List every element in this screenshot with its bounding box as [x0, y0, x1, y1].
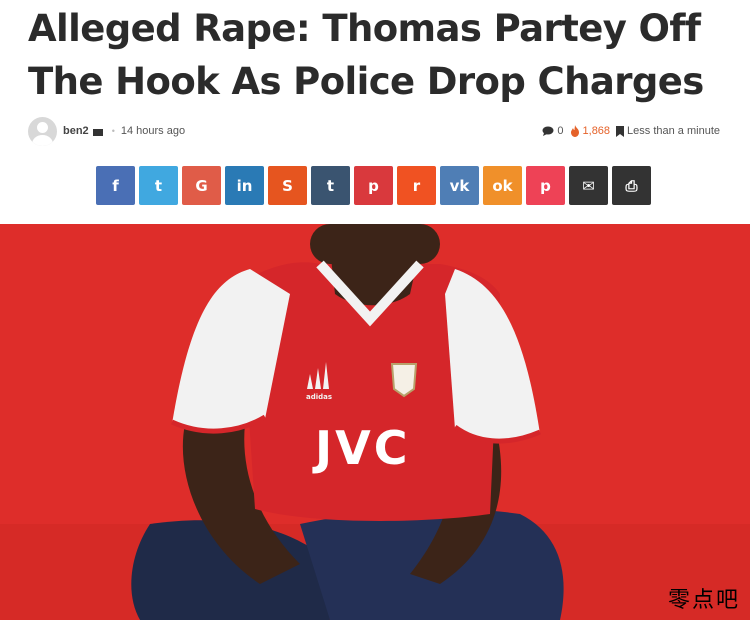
print-share-button[interactable]: ⎙ — [612, 166, 651, 205]
player-photo: adidas JVC — [0, 224, 750, 620]
share-buttons: f t Gin St p r vk ok p ✉ ⎙ — [96, 166, 651, 205]
vk-icon: vk — [449, 176, 470, 195]
views-number: 1,868 — [582, 125, 611, 137]
pinterest-share-button[interactable]: p — [354, 166, 393, 205]
vk-share-button[interactable]: vk — [440, 166, 479, 205]
google-share-button[interactable]: G — [182, 166, 221, 205]
email-share-button[interactable]: ✉ — [569, 166, 608, 205]
envelope-icon[interactable] — [92, 128, 103, 136]
stumbleupon-icon: S — [282, 176, 293, 195]
linkedin-share-button[interactable]: in — [225, 166, 264, 205]
author-name[interactable]: ben2 — [63, 125, 89, 137]
pocket-icon: p — [540, 176, 551, 195]
odnoklassniki-share-button[interactable]: ok — [483, 166, 522, 205]
post-time: 14 hours ago — [120, 125, 186, 137]
bookmark-icon — [616, 125, 625, 137]
comments-number: 0 — [557, 125, 564, 137]
separator-dot: • — [111, 126, 115, 136]
twitter-icon: t — [154, 176, 163, 195]
tumblr-icon: t — [326, 176, 335, 195]
read-time-text: Less than a minute — [627, 125, 720, 137]
twitter-share-button[interactable]: t — [139, 166, 178, 205]
reddit-icon: r — [412, 176, 421, 195]
facebook-share-button[interactable]: f — [96, 166, 135, 205]
shirt-sponsor: JVC — [312, 421, 410, 475]
hero-image: adidas JVC 零点吧 — [0, 224, 750, 620]
article-meta: ben2 • 14 hours ago 0 1,868 Less than a … — [28, 116, 720, 146]
comments-count[interactable]: 0 — [542, 125, 564, 137]
google-icon: G — [195, 176, 208, 195]
brand-text: adidas — [306, 393, 332, 401]
post-stats: 0 1,868 Less than a minute — [542, 125, 720, 137]
print-icon: ⎙ — [625, 176, 638, 195]
pinterest-icon: p — [368, 176, 379, 195]
pocket-share-button[interactable]: p — [526, 166, 565, 205]
comment-icon — [542, 126, 554, 136]
watermark: 零点吧 — [667, 588, 740, 613]
views-count: 1,868 — [570, 125, 611, 137]
stumbleupon-share-button[interactable]: S — [268, 166, 307, 205]
odnoklassniki-icon: ok — [492, 176, 513, 195]
email-icon: ✉ — [582, 176, 595, 195]
facebook-icon: f — [112, 176, 119, 195]
author-avatar[interactable] — [28, 116, 57, 146]
article-title: Alleged Rape: Thomas Partey Off The Hook… — [28, 7, 704, 103]
reddit-share-button[interactable]: r — [397, 166, 436, 205]
tumblr-share-button[interactable]: t — [311, 166, 350, 205]
linkedin-icon: in — [236, 176, 253, 195]
read-time: Less than a minute — [616, 125, 720, 137]
fire-icon — [570, 125, 579, 137]
